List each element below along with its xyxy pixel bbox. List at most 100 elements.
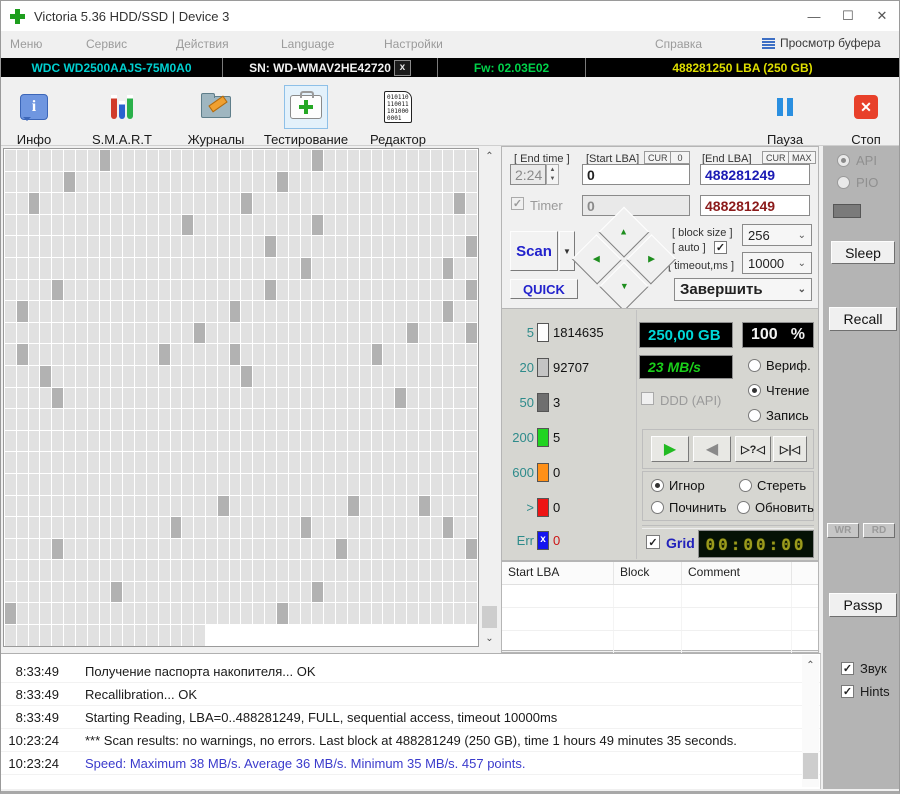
pause-button[interactable]: Пауза: [742, 85, 828, 147]
grid-checkbox[interactable]: ✓: [646, 535, 660, 549]
api-radio[interactable]: API: [837, 153, 877, 168]
map-cell: [442, 473, 454, 495]
start-lba-input[interactable]: 0: [582, 164, 690, 185]
map-cell: [40, 214, 52, 236]
map-scroll-thumb[interactable]: [482, 606, 497, 628]
map-cell: [5, 214, 16, 236]
log-scrollbar[interactable]: ⌃: [802, 655, 819, 787]
map-cell: [407, 517, 418, 538]
menu-item-service[interactable]: Сервис: [86, 37, 127, 51]
menu-item-menu[interactable]: Меню: [10, 37, 42, 51]
map-cell: [253, 538, 265, 560]
action-refresh[interactable]: Обновить: [737, 500, 814, 515]
menu-item-help[interactable]: Справка: [655, 37, 702, 51]
hints-checkbox[interactable]: ✓: [841, 685, 854, 698]
toolbar: i Инфо S.M.A.R.T Журналы Тестирование 01…: [0, 77, 900, 147]
map-cell: [324, 344, 336, 365]
scan-button[interactable]: Scan: [510, 231, 558, 271]
timer-checkbox[interactable]: ✓: [511, 197, 524, 210]
map-cell: [170, 603, 182, 625]
action-ignore[interactable]: Игнор: [651, 478, 705, 493]
menu-item-settings[interactable]: Настройки: [384, 37, 443, 51]
map-cell: [288, 322, 300, 344]
map-cell: [194, 625, 206, 646]
journals-button[interactable]: Журналы: [173, 85, 259, 147]
map-cell: [123, 452, 135, 473]
app-icon: [10, 8, 25, 24]
map-cell: [40, 365, 52, 387]
map-cell: [359, 538, 371, 560]
col-block[interactable]: Block: [614, 562, 682, 584]
scroll-up-icon[interactable]: ⌃: [481, 148, 498, 165]
timeout-select[interactable]: 10000 ⌄: [742, 252, 812, 274]
play-forward-button[interactable]: ▶: [651, 436, 689, 462]
block-size-select[interactable]: 256 ⌄: [742, 224, 812, 246]
map-cell: [241, 387, 253, 409]
sound-checkbox[interactable]: ✓: [841, 662, 854, 675]
smart-button[interactable]: S.M.A.R.T: [79, 85, 165, 147]
start-cur-button[interactable]: CUR: [644, 151, 672, 164]
scroll-down-icon[interactable]: ⌄: [481, 630, 498, 647]
col-comment[interactable]: Comment: [682, 562, 792, 584]
map-cell: [146, 150, 158, 171]
map-cell: [347, 236, 359, 257]
minimize-button[interactable]: —: [797, 1, 831, 31]
map-cell: [454, 560, 466, 581]
menu-item-actions[interactable]: Действия: [176, 37, 229, 51]
end-time-value[interactable]: 2:24: [510, 164, 546, 185]
menu-item-language[interactable]: Language: [281, 37, 334, 51]
ddd-checkbox[interactable]: [641, 392, 654, 405]
start-zero-button[interactable]: 0: [670, 151, 690, 164]
map-cell: [99, 214, 111, 236]
end-time-spinner[interactable]: ▲ ▼: [546, 164, 559, 185]
timer-start-input[interactable]: 0: [582, 195, 690, 216]
sleep-button[interactable]: Sleep: [831, 241, 895, 264]
col-start-lba[interactable]: Start LBA: [502, 562, 614, 584]
mode-write[interactable]: Запись: [748, 408, 809, 423]
action-erase[interactable]: Стереть: [739, 478, 806, 493]
map-cell: [194, 452, 206, 473]
maximize-button[interactable]: ☐: [831, 1, 865, 31]
map-cell: [312, 365, 324, 387]
seek-question-button[interactable]: ▷?◁: [735, 436, 771, 462]
end-lba-input[interactable]: 488281249: [700, 164, 810, 185]
action-repair[interactable]: Починить: [651, 500, 727, 515]
editor-label: Редактор: [370, 132, 426, 147]
auto-checkbox[interactable]: ✓: [714, 241, 727, 254]
timer-end-input[interactable]: 488281249: [700, 195, 810, 216]
mode-read[interactable]: Чтение: [748, 383, 809, 398]
quick-button[interactable]: QUICK: [510, 279, 578, 299]
scan-dropdown-button[interactable]: ▼: [559, 231, 575, 271]
map-cell: [194, 171, 206, 193]
map-cell: [170, 301, 182, 322]
rd-button[interactable]: RD: [863, 523, 895, 538]
map-cell: [170, 344, 182, 365]
map-cell: [182, 387, 194, 409]
sound-checkbox-row[interactable]: ✓ Звук: [841, 661, 887, 676]
end-cur-button[interactable]: CUR: [762, 151, 790, 164]
finish-action-select[interactable]: Завершить ⌄: [674, 278, 812, 301]
buffer-view-button[interactable]: Просмотр буфера: [762, 36, 881, 50]
recall-button[interactable]: Recall: [829, 307, 897, 331]
seek-end-button[interactable]: ▷|◁: [773, 436, 807, 462]
action-group: Игнор Стереть Починить Обновить: [642, 471, 814, 521]
hints-checkbox-row[interactable]: ✓ Hints: [841, 684, 890, 699]
stop-button[interactable]: ✕ Стоп: [823, 85, 900, 147]
end-max-button[interactable]: MAX: [788, 151, 816, 164]
scroll-up-icon[interactable]: ⌃: [802, 657, 819, 674]
map-cell: [265, 452, 276, 473]
close-button[interactable]: ✕: [865, 1, 899, 31]
play-back-button[interactable]: ◀: [693, 436, 731, 462]
map-cell: [194, 236, 206, 257]
pio-radio[interactable]: PIO: [837, 175, 878, 190]
wr-button[interactable]: WR: [827, 523, 859, 538]
editor-button[interactable]: 010110 110011 101000 0001 Редактор: [355, 85, 441, 147]
info-button[interactable]: i Инфо: [0, 85, 77, 147]
map-cell: [383, 387, 395, 409]
testing-button[interactable]: Тестирование: [263, 85, 349, 147]
mode-verify[interactable]: Вериф.: [748, 358, 811, 373]
serial-close-button[interactable]: x: [393, 59, 411, 76]
map-scrollbar[interactable]: ⌃ ⌄: [481, 148, 498, 647]
passp-button[interactable]: Passp: [829, 593, 897, 617]
log-scroll-thumb[interactable]: [803, 753, 818, 779]
